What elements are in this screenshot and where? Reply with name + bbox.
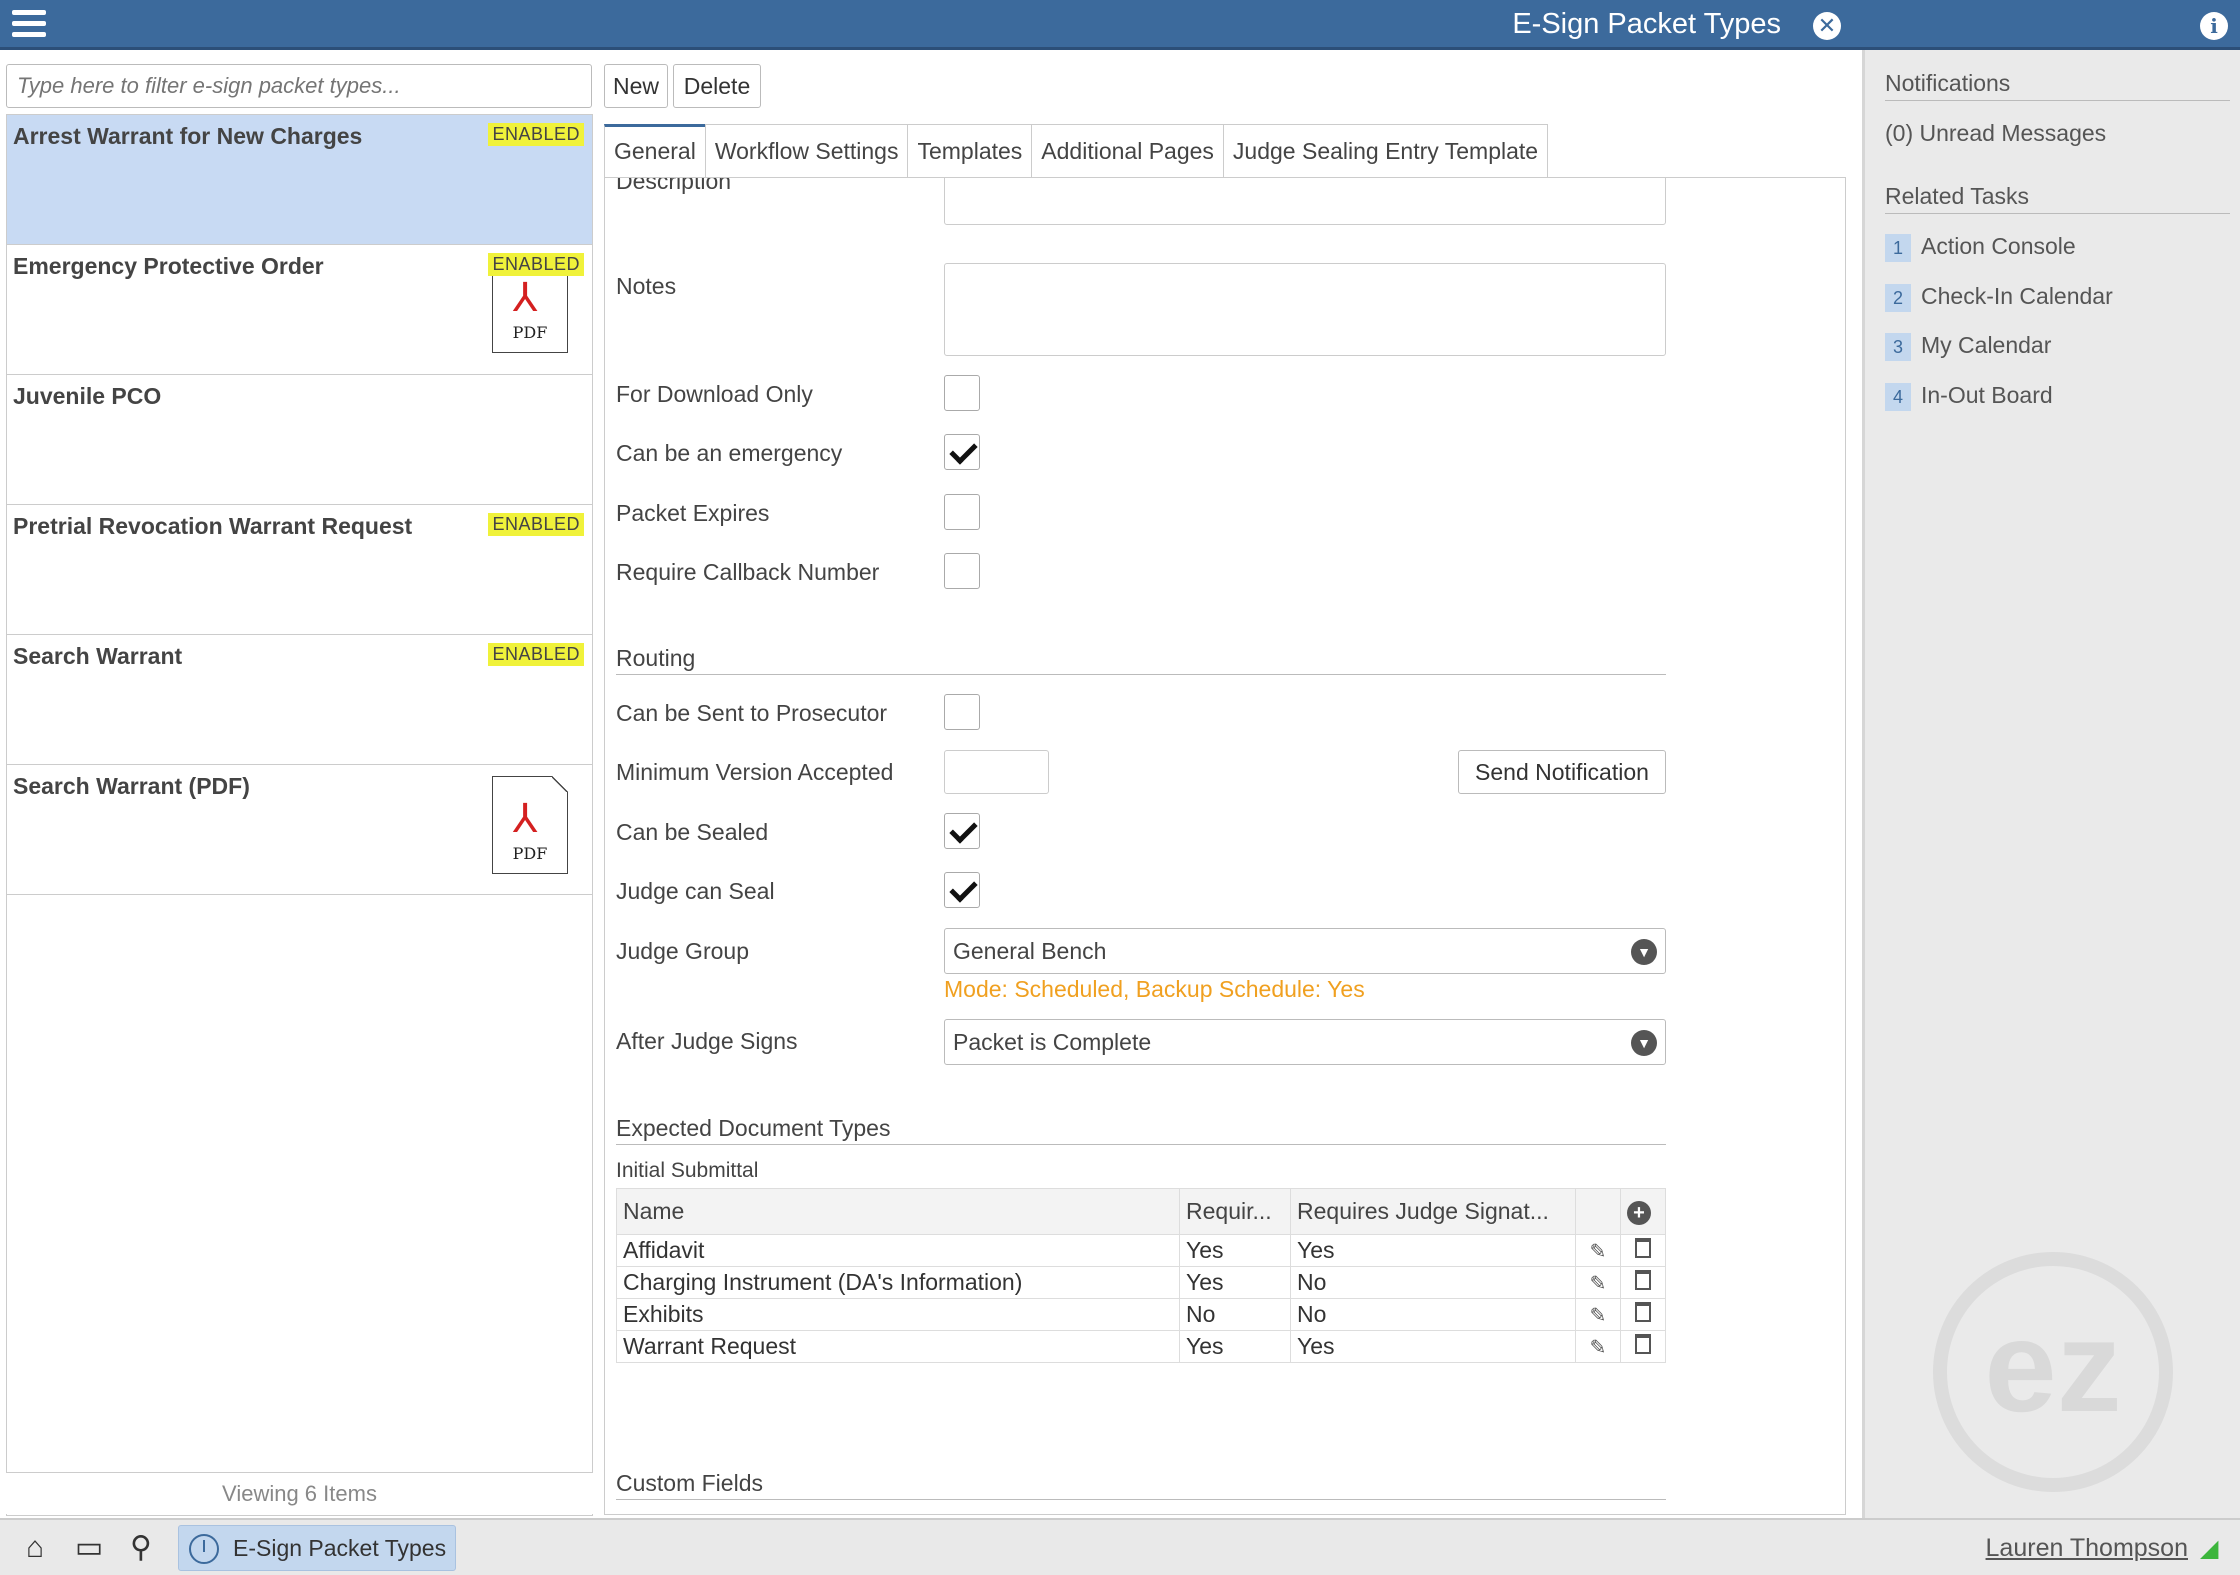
task-action-console[interactable]: 1 Action Console — [1885, 233, 2076, 262]
expected-docs-title: Expected Document Types — [616, 1115, 1666, 1145]
search-icon[interactable]: ⚲ — [124, 1532, 158, 1564]
filter-input[interactable] — [6, 64, 592, 108]
can-be-sealed-label: Can be Sealed — [616, 819, 769, 845]
sent-to-prosecutor-checkbox[interactable] — [944, 694, 980, 730]
enabled-badge: ENABLED — [488, 253, 584, 276]
delete-icon[interactable] — [1635, 1302, 1651, 1322]
delete-button[interactable]: Delete — [673, 64, 761, 108]
info-icon[interactable]: i — [2200, 12, 2228, 40]
table-row: Affidavit Yes Yes ✎ — [616, 1234, 1666, 1267]
tab-bar: General Workflow Settings Templates Addi… — [604, 124, 1549, 178]
new-button[interactable]: New — [604, 64, 668, 108]
chevron-down-icon: ▼ — [1631, 1030, 1657, 1056]
tab-templates[interactable]: Templates — [907, 124, 1033, 178]
judge-can-seal-label: Judge can Seal — [616, 878, 775, 904]
judge-can-seal-checkbox[interactable] — [944, 872, 980, 908]
can-be-emergency-label: Can be an emergency — [616, 440, 843, 466]
list-item[interactable]: Search Warrant ENABLED — [7, 635, 592, 765]
judge-group-label: Judge Group — [616, 938, 749, 964]
edit-icon[interactable]: ✎ — [1588, 1242, 1608, 1262]
wifi-icon: ◢ — [2200, 1535, 2219, 1562]
related-tasks-title: Related Tasks — [1885, 183, 2230, 214]
logo-watermark: ez — [1933, 1252, 2173, 1492]
tab-additional-pages[interactable]: Additional Pages — [1031, 124, 1224, 178]
require-callback-checkbox[interactable] — [944, 553, 980, 589]
packet-type-list: Arrest Warrant for New Charges ENABLED E… — [6, 114, 593, 1516]
judge-group-note: Mode: Scheduled, Backup Schedule: Yes — [944, 976, 1365, 1002]
list-item[interactable]: Search Warrant (PDF) ⅄ PDF — [7, 765, 592, 895]
task-in-out-board[interactable]: 4 In-Out Board — [1885, 382, 2053, 411]
notes-field[interactable] — [944, 263, 1666, 356]
pdf-file-icon: ⅄ PDF — [492, 776, 568, 874]
table-row: Charging Instrument (DA's Information) Y… — [616, 1266, 1666, 1299]
after-judge-signs-label: After Judge Signs — [616, 1028, 798, 1054]
edit-icon[interactable]: ✎ — [1588, 1338, 1608, 1358]
judge-group-select[interactable]: General Bench ▼ — [944, 928, 1666, 974]
document-types-table: Name Requir... Requires Judge Signat... … — [616, 1188, 1666, 1363]
monitor-icon[interactable]: ▭ — [72, 1532, 106, 1564]
min-version-input[interactable] — [944, 750, 1049, 794]
edit-icon[interactable]: ✎ — [1588, 1306, 1608, 1326]
title-bar: E-Sign Packet Types ✕ — [0, 0, 1863, 50]
enabled-badge: ENABLED — [488, 643, 584, 666]
min-version-label: Minimum Version Accepted — [616, 759, 894, 785]
for-download-only-checkbox[interactable] — [944, 375, 980, 411]
custom-fields-title: Custom Fields — [616, 1470, 1666, 1500]
send-notification-button[interactable]: Send Notification — [1458, 750, 1666, 794]
column-header-required[interactable]: Requir... — [1179, 1188, 1291, 1235]
tab-general[interactable]: General — [604, 124, 706, 178]
unread-messages-link[interactable]: (0) Unread Messages — [1885, 120, 2106, 147]
clock-icon — [189, 1534, 219, 1564]
enabled-badge: ENABLED — [488, 513, 584, 536]
delete-icon[interactable] — [1635, 1270, 1651, 1290]
active-task-chip[interactable]: E-Sign Packet Types — [178, 1525, 456, 1571]
task-check-in-calendar[interactable]: 2 Check-In Calendar — [1885, 283, 2113, 312]
delete-icon[interactable] — [1635, 1334, 1651, 1354]
table-row: Warrant Request Yes Yes ✎ — [616, 1330, 1666, 1363]
tab-workflow-settings[interactable]: Workflow Settings — [704, 124, 909, 178]
general-form: Description Notes For Download Only Can … — [604, 177, 1846, 1515]
user-name[interactable]: Lauren Thompson — [1986, 1534, 2188, 1563]
packet-expires-checkbox[interactable] — [944, 494, 980, 530]
description-field[interactable] — [944, 178, 1666, 225]
description-label: Description — [616, 177, 732, 194]
table-row: Exhibits No No ✎ — [616, 1298, 1666, 1331]
list-item[interactable]: Pretrial Revocation Warrant Request ENAB… — [7, 505, 592, 635]
for-download-only-label: For Download Only — [616, 381, 813, 407]
sidebar-header: i — [1863, 0, 2240, 50]
hamburger-menu-icon[interactable] — [12, 10, 46, 40]
list-item[interactable]: Emergency Protective Order ⅄ PDF ENABLED — [7, 245, 592, 375]
edit-icon[interactable]: ✎ — [1588, 1274, 1608, 1294]
list-count: Viewing 6 Items — [6, 1472, 593, 1514]
task-my-calendar[interactable]: 3 My Calendar — [1885, 332, 2051, 361]
right-sidebar: Notifications (0) Unread Messages Relate… — [1862, 50, 2240, 1518]
notes-label: Notes — [616, 273, 677, 299]
list-item[interactable]: Juvenile PCO — [7, 375, 592, 505]
sent-to-prosecutor-label: Can be Sent to Prosecutor — [616, 700, 888, 726]
can-be-sealed-checkbox[interactable] — [944, 813, 980, 849]
close-icon[interactable]: ✕ — [1813, 12, 1841, 40]
packet-expires-label: Packet Expires — [616, 500, 770, 526]
item-name: Juvenile PCO — [13, 383, 162, 409]
delete-icon[interactable] — [1635, 1238, 1651, 1258]
judge-group-value: General Bench — [953, 938, 1107, 964]
column-header-name[interactable]: Name — [616, 1188, 1180, 1235]
notifications-title: Notifications — [1885, 70, 2230, 101]
after-judge-signs-select[interactable]: Packet is Complete ▼ — [944, 1019, 1666, 1065]
can-be-emergency-checkbox[interactable] — [944, 434, 980, 470]
column-header-requires-judge-signature[interactable]: Requires Judge Signat... — [1290, 1188, 1576, 1235]
add-icon[interactable]: + — [1627, 1201, 1651, 1225]
list-item[interactable]: Arrest Warrant for New Charges ENABLED — [7, 115, 592, 245]
enabled-badge: ENABLED — [488, 123, 584, 146]
home-icon[interactable]: ⌂ — [18, 1532, 52, 1564]
taskbar: ⌂ ▭ ⚲ E-Sign Packet Types Lauren Thompso… — [0, 1518, 2240, 1575]
require-callback-label: Require Callback Number — [616, 559, 880, 585]
tab-judge-sealing-entry-template[interactable]: Judge Sealing Entry Template — [1222, 124, 1549, 178]
routing-section-title: Routing — [616, 645, 1666, 675]
window-title: E-Sign Packet Types — [1512, 8, 1781, 40]
after-judge-signs-value: Packet is Complete — [953, 1029, 1152, 1055]
chevron-down-icon: ▼ — [1631, 939, 1657, 965]
initial-submittal-title: Initial Submittal — [616, 1159, 759, 1182]
